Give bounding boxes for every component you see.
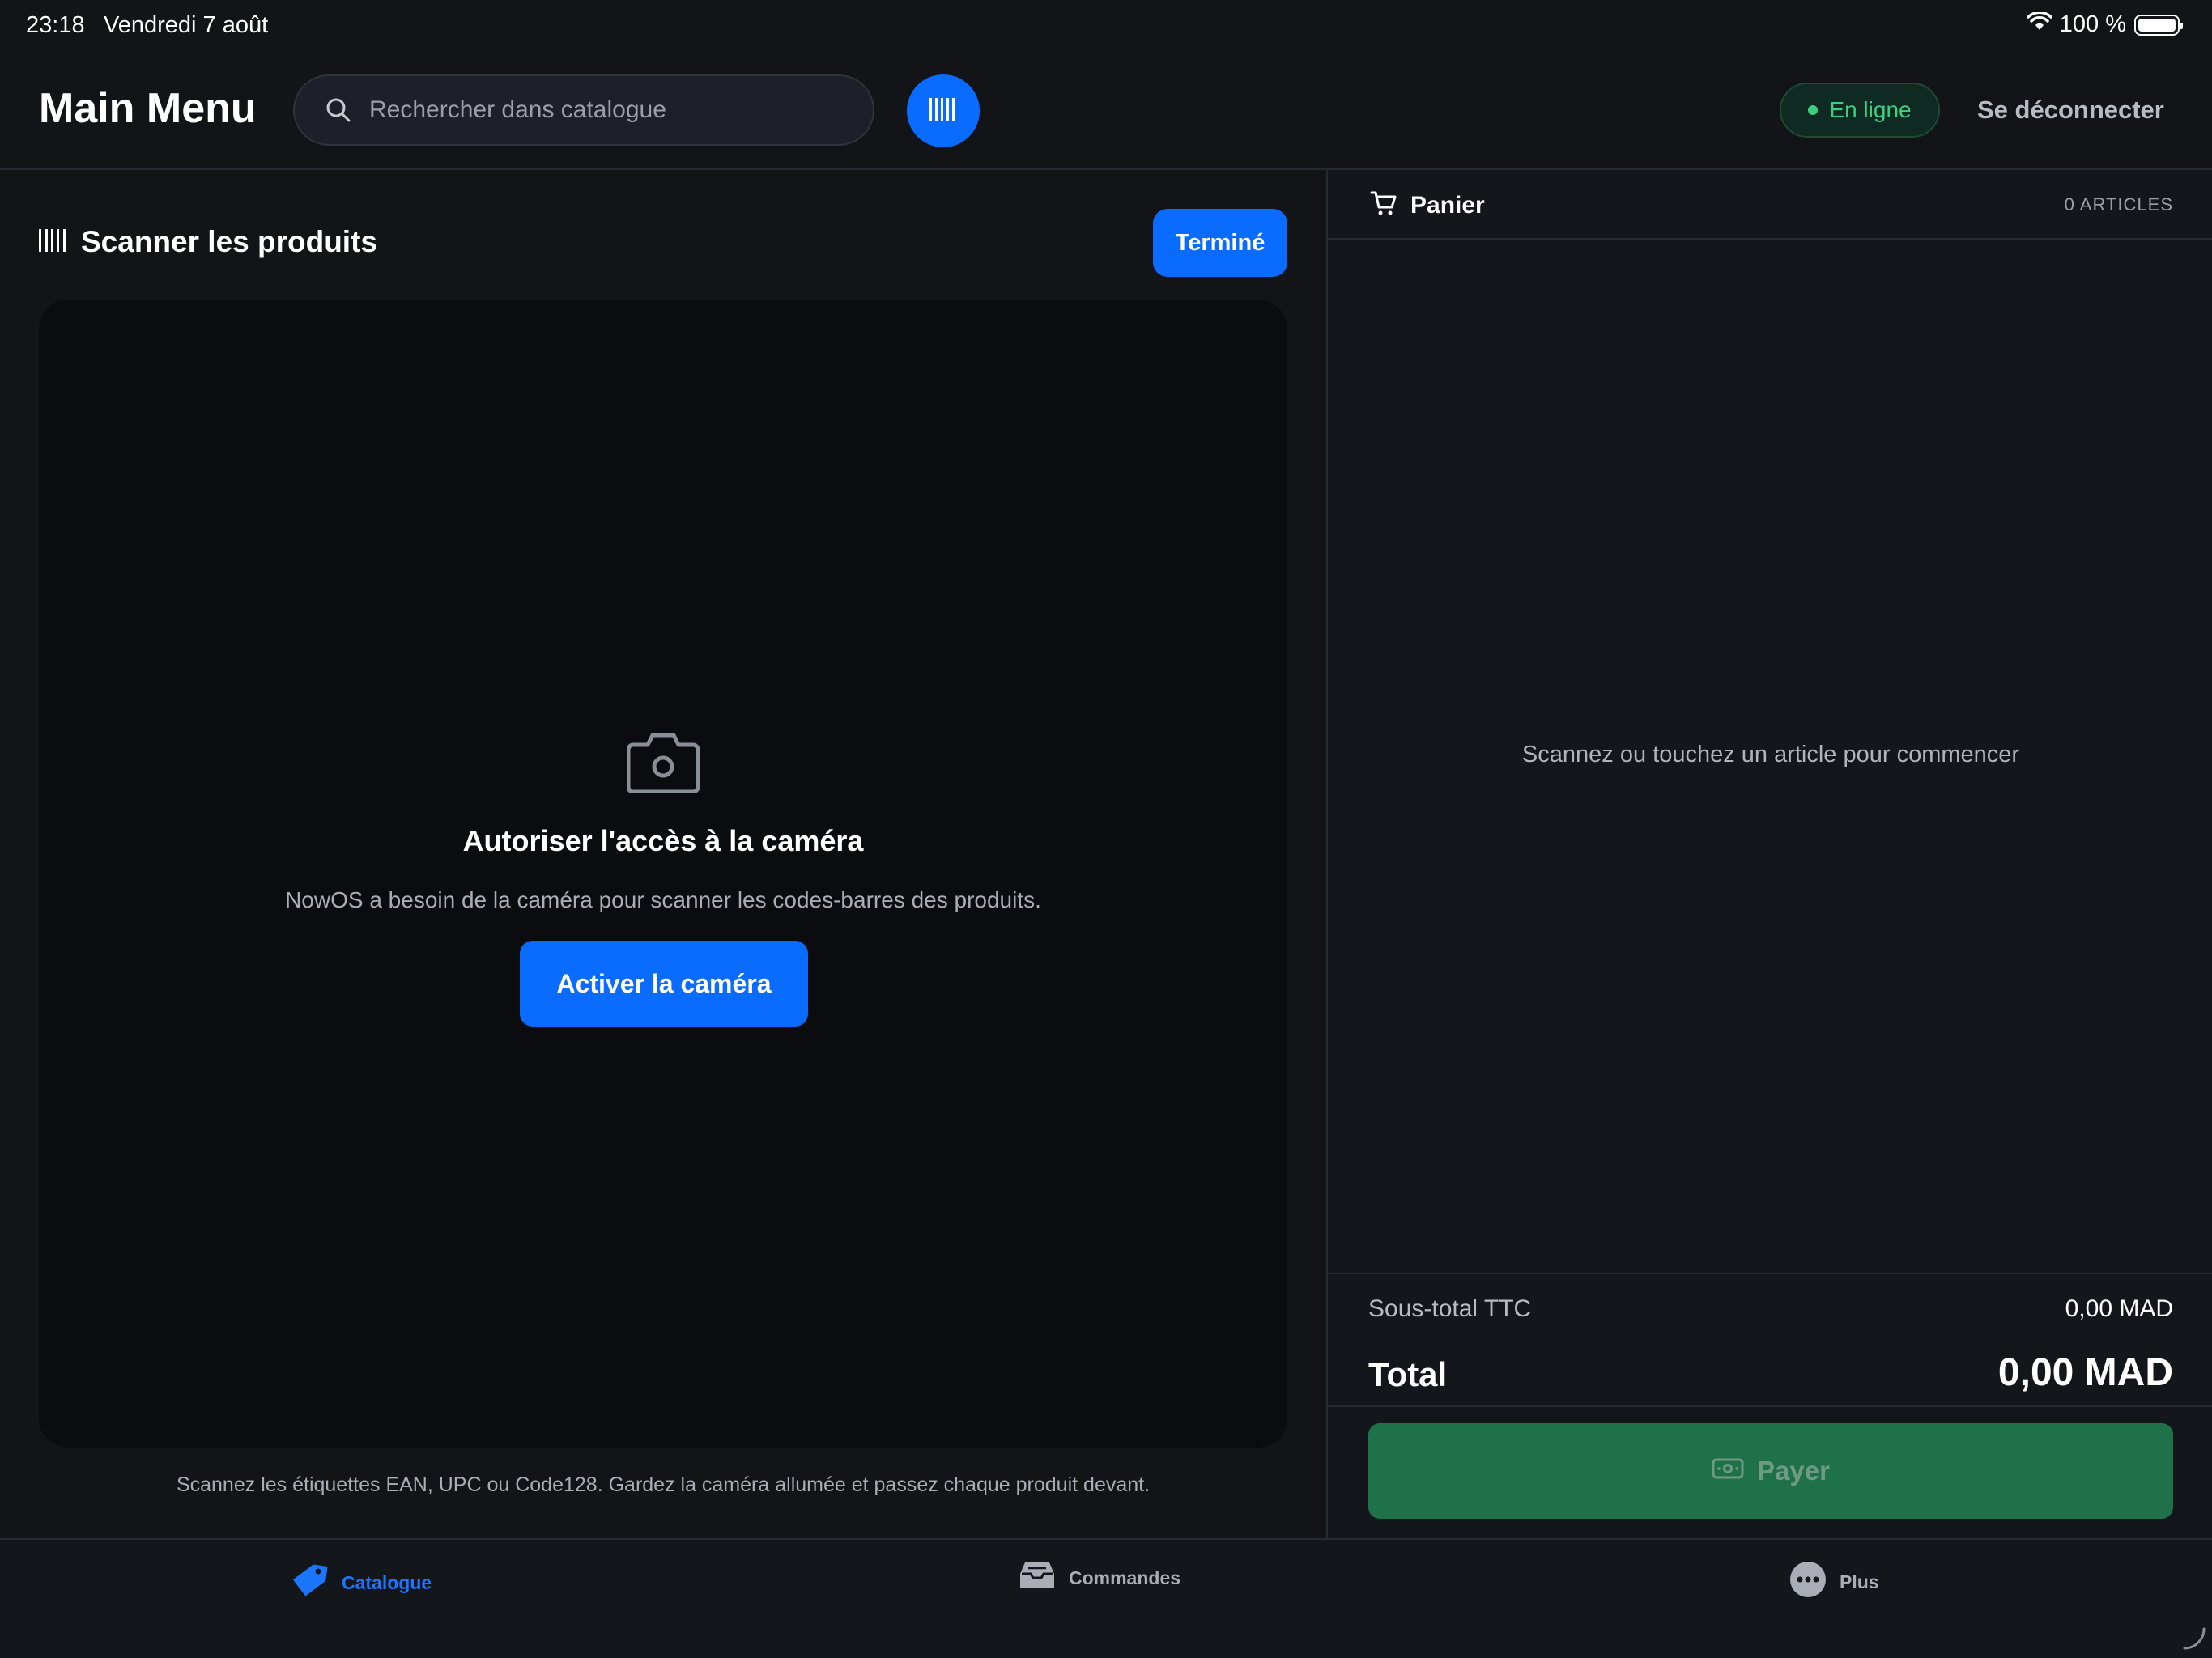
inbox-tray-icon (1019, 1561, 1056, 1595)
cart-icon (1370, 189, 1397, 221)
cash-icon (1712, 1456, 1744, 1486)
more-dots-icon (1789, 1561, 1827, 1603)
tab-catalogue-label: Catalogue (342, 1571, 432, 1593)
cart-header: Panier 0 ARTICLES (1328, 170, 2212, 240)
online-dot-icon (1808, 105, 1819, 115)
barcode-icon (929, 97, 958, 125)
barcode-icon (39, 228, 66, 256)
subtotal-value: 0,00 MAD (2065, 1295, 2173, 1322)
page-title: Main Menu (39, 85, 257, 132)
search-icon (324, 96, 353, 125)
logout-button[interactable]: Se déconnecter (1977, 96, 2164, 125)
status-bar: 23:18 Vendredi 7 août 100 % (0, 0, 2212, 52)
scanner-panel: Scanner les produits Terminé Autoriser l… (0, 170, 1326, 1538)
barcode-scan-button[interactable] (907, 74, 980, 147)
scanner-title: Scanner les produits (81, 225, 377, 258)
tab-more[interactable]: Plus (1789, 1561, 1879, 1603)
tab-more-label: Plus (1840, 1571, 1879, 1592)
tab-catalogue[interactable]: Catalogue (290, 1561, 432, 1605)
total-label: Total (1368, 1355, 1448, 1393)
cart-empty-message: Scannez ou touchez un article pour comme… (1521, 742, 2020, 767)
scanner-heading: Scanner les produits (39, 225, 377, 259)
tab-orders[interactable]: Commandes (1019, 1561, 1180, 1595)
cart-title-group: Panier (1370, 189, 1485, 221)
pay-button-label: Payer (1757, 1456, 1830, 1486)
cart-totals: Sous-total TTC 0,00 MAD Total 0,00 MAD P… (1328, 1273, 2212, 1538)
divider (1328, 1405, 2212, 1407)
status-badge-label: En ligne (1829, 97, 1912, 122)
cart-title: Panier (1410, 191, 1485, 219)
resize-handle-icon (2181, 1626, 2207, 1652)
header: Main Menu En ligne Se déconnecter (0, 52, 2212, 170)
activate-camera-button[interactable]: Activer la caméra (520, 941, 808, 1027)
cart-item-count: 0 ARTICLES (2064, 194, 2173, 215)
camera-preview: Autoriser l'accès à la caméra NowOS a be… (39, 300, 1287, 1448)
tab-orders-label: Commandes (1069, 1567, 1181, 1588)
total-value: 0,00 MAD (1997, 1351, 2173, 1394)
tag-icon (290, 1561, 329, 1605)
status-badge: En ligne (1780, 83, 1940, 138)
subtotal-label: Sous-total TTC (1368, 1295, 1532, 1322)
tab-bar: Catalogue Commandes Plus (0, 1538, 2212, 1658)
done-button[interactable]: Terminé (1153, 209, 1287, 277)
status-date: Vendredi 7 août (104, 12, 269, 38)
status-time: 23:18 (26, 12, 85, 38)
scan-hint: Scannez les étiquettes EAN, UPC ou Code1… (176, 1473, 1151, 1496)
battery-percentage: 100 % (2059, 11, 2126, 37)
camera-permission-title: Autoriser l'accès à la caméra (462, 824, 864, 857)
search-bar[interactable] (293, 74, 874, 146)
camera-permission-description: NowOS a besoin de la caméra pour scanner… (285, 887, 1041, 912)
wifi-icon (2027, 11, 2052, 38)
search-input[interactable] (369, 96, 855, 124)
battery-icon (2134, 14, 2183, 36)
status-indicators: 100 % (2027, 11, 2183, 38)
cart-panel: Panier 0 ARTICLES Scannez ou touchez un … (1326, 170, 2212, 1538)
pay-button[interactable]: Payer (1368, 1423, 2173, 1519)
camera-icon (626, 730, 700, 794)
